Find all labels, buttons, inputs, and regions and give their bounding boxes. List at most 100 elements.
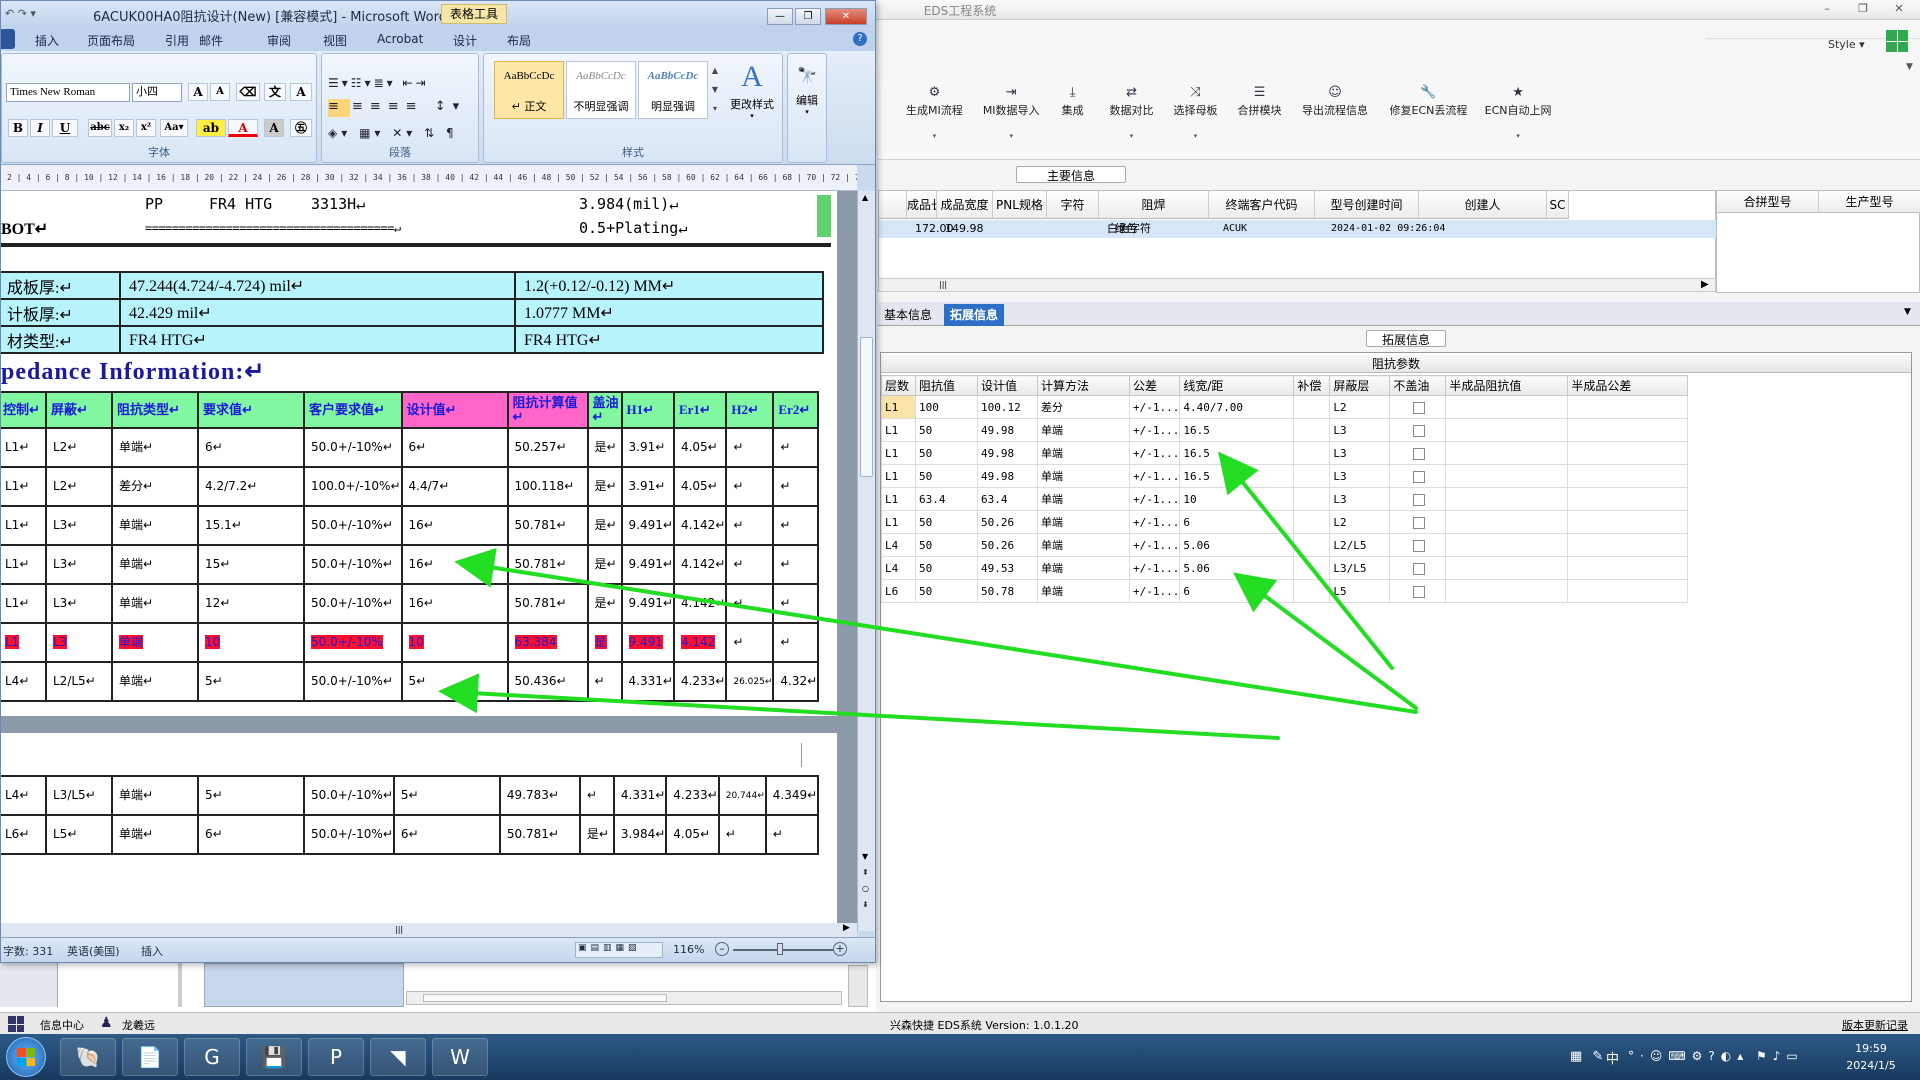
- zoom-out-icon[interactable]: –: [715, 942, 729, 956]
- highlight-icon[interactable]: ab: [196, 119, 226, 137]
- tab-extended-info[interactable]: 拓展信息: [944, 304, 1005, 326]
- impedance-cell[interactable]: [1293, 487, 1331, 511]
- impedance-cell[interactable]: [1445, 533, 1569, 557]
- checkbox-icon[interactable]: [1413, 516, 1426, 529]
- side-grid-header[interactable]: 合拼型号: [1717, 191, 1819, 213]
- no-mask-checkbox[interactable]: [1389, 533, 1447, 557]
- impedance-cell[interactable]: 10: [1179, 487, 1295, 511]
- impedance-cell[interactable]: [1293, 441, 1331, 465]
- info-center-label[interactable]: 信息中心: [40, 1017, 84, 1033]
- impedance-row[interactable]: L1 50 49.98 单端 +/-1... 16.5 L3: [881, 464, 1689, 488]
- impedance-cell[interactable]: [1445, 556, 1569, 580]
- language[interactable]: 英语(美国): [67, 943, 120, 959]
- impedance-cell[interactable]: 100: [915, 395, 978, 419]
- quick-access-icon[interactable]: ↶ ↷ ▾: [5, 7, 36, 20]
- impedance-row[interactable]: L4 50 49.53 单端 +/-1... 5.06 L3/L5: [881, 556, 1689, 580]
- toolbar-1-button[interactable]: ⇥ MI数据导入 ▾: [975, 82, 1047, 158]
- font-name-box[interactable]: Times New Roman: [6, 83, 130, 102]
- impedance-cell[interactable]: [1567, 579, 1689, 603]
- tab-basic-info[interactable]: 基本信息: [878, 304, 938, 326]
- impedance-cell[interactable]: 50.78: [977, 579, 1038, 603]
- impedance-cell[interactable]: 16.5: [1179, 441, 1295, 465]
- grid-header[interactable]: PNL规格: [993, 191, 1047, 219]
- restore-icon[interactable]: ❐: [1852, 2, 1874, 16]
- close-icon[interactable]: ✕: [1888, 2, 1910, 16]
- impedance-cell[interactable]: 单端: [1037, 533, 1130, 557]
- changelog-link[interactable]: 版本更新记录: [1842, 1017, 1908, 1033]
- impedance-cell[interactable]: [1445, 418, 1569, 442]
- checkbox-icon[interactable]: [1413, 585, 1426, 598]
- impedance-cell[interactable]: L3: [1329, 487, 1391, 511]
- font-size-box[interactable]: 小四: [132, 83, 182, 102]
- impedance-cell[interactable]: 50: [915, 556, 978, 580]
- impedance-cell[interactable]: L4: [881, 533, 916, 557]
- checkbox-icon[interactable]: [1413, 562, 1426, 575]
- checkbox-icon[interactable]: [1413, 401, 1426, 414]
- word-tab-7[interactable]: 设计: [453, 32, 477, 49]
- impedance-cell[interactable]: +/-1...: [1128, 556, 1181, 580]
- style-menu[interactable]: Style ▾: [1828, 38, 1865, 51]
- impedance-cell[interactable]: 63.4: [915, 487, 978, 511]
- impedance-cell[interactable]: 49.98: [977, 418, 1038, 442]
- impedance-cell[interactable]: [1567, 395, 1689, 419]
- toolbar-4-button[interactable]: ⤨ 选择母板 ▾: [1165, 82, 1226, 158]
- char-shading-icon[interactable]: A: [264, 119, 284, 137]
- impedance-cell[interactable]: L1: [881, 464, 916, 488]
- checkbox-icon[interactable]: [1413, 470, 1426, 483]
- no-mask-checkbox[interactable]: [1389, 418, 1447, 442]
- grid-header[interactable]: 成品宽度: [937, 191, 993, 219]
- impedance-cell[interactable]: 单端: [1037, 487, 1130, 511]
- ime-indicator[interactable]: 中: [1606, 1048, 1619, 1067]
- impedance-cell[interactable]: 49.53: [977, 556, 1038, 580]
- start-button[interactable]: [6, 1037, 46, 1077]
- grid-header[interactable]: 型号创建时间: [1315, 191, 1419, 219]
- impedance-cell[interactable]: L1: [881, 441, 916, 465]
- grid-header[interactable]: 阻焊: [1099, 191, 1209, 219]
- ribbon-collapse-icon[interactable]: ▼: [1906, 62, 1913, 72]
- impedance-cell[interactable]: [1567, 418, 1689, 442]
- impedance-cell[interactable]: [1293, 533, 1331, 557]
- impedance-row[interactable]: L4 50 50.26 单端 +/-1... 5.06 L2/L5: [881, 533, 1689, 557]
- tabstrip-chevron-icon[interactable]: ▼: [1904, 307, 1911, 317]
- no-mask-checkbox[interactable]: [1389, 441, 1447, 465]
- document-vscroll[interactable]: ▲ ▼ ⇞ ○ ⇟: [857, 191, 875, 931]
- impedance-cell[interactable]: [1293, 395, 1331, 419]
- toolbar-0-button[interactable]: ⚙ 生成MI流程 ▾: [896, 82, 973, 158]
- taskbar-app-1[interactable]: 📄: [122, 1038, 178, 1076]
- char-border-icon[interactable]: A: [290, 83, 312, 101]
- impedance-cell[interactable]: L1: [881, 510, 916, 534]
- impedance-row[interactable]: L1 100 100.12 差分 +/-1... 4.40/7.00 L2: [881, 395, 1689, 419]
- grid-header[interactable]: SC: [1547, 191, 1569, 219]
- taskbar-app-4[interactable]: P: [308, 1038, 364, 1076]
- impedance-cell[interactable]: 50.26: [977, 510, 1038, 534]
- no-mask-checkbox[interactable]: [1389, 579, 1447, 603]
- impedance-cell[interactable]: [1445, 395, 1569, 419]
- taskbar-app-3[interactable]: 💾: [246, 1038, 302, 1076]
- toolbar-3-button[interactable]: ⇄ 数据对比 ▾: [1101, 82, 1162, 158]
- zoom-level[interactable]: 116%: [673, 943, 704, 956]
- word-close-icon[interactable]: ✕: [825, 8, 867, 25]
- bold-icon[interactable]: B: [8, 119, 28, 137]
- style-subtle-emphasis[interactable]: AaBbCcDc 不明显强调: [566, 61, 636, 119]
- strike-icon[interactable]: abc: [88, 119, 112, 137]
- help-icon[interactable]: ?: [853, 32, 867, 46]
- dropdown-arrow-icon[interactable]: ▾: [1101, 132, 1162, 140]
- impedance-header[interactable]: 不盖油: [1389, 375, 1447, 396]
- impedance-row[interactable]: L1 50 50.26 单端 +/-1... 6 L2: [881, 510, 1689, 534]
- superscript-icon[interactable]: x²: [136, 119, 156, 137]
- impedance-cell[interactable]: L1: [881, 395, 916, 419]
- impedance-cell[interactable]: 100.12: [977, 395, 1038, 419]
- shading-border-buttons[interactable]: ◈▾ ▦▾ ✕▾ ⇅ ¶: [328, 126, 458, 140]
- shrink-font-icon[interactable]: A: [210, 83, 230, 101]
- impedance-header[interactable]: 半成品阻抗值: [1445, 375, 1569, 396]
- impedance-cell[interactable]: 50: [915, 441, 978, 465]
- impedance-cell[interactable]: 5.06: [1179, 556, 1295, 580]
- impedance-cell[interactable]: [1445, 464, 1569, 488]
- clear-format-icon[interactable]: ⌫: [236, 83, 260, 101]
- document-hscroll[interactable]: ||| ▶: [1, 923, 857, 937]
- word-tab-8[interactable]: 布局: [507, 32, 531, 49]
- impedance-cell[interactable]: L3: [1329, 418, 1391, 442]
- selected-row[interactable]: [879, 220, 1717, 238]
- change-case-icon[interactable]: Aa▾: [160, 119, 188, 137]
- word-tab-6[interactable]: Acrobat: [377, 32, 423, 46]
